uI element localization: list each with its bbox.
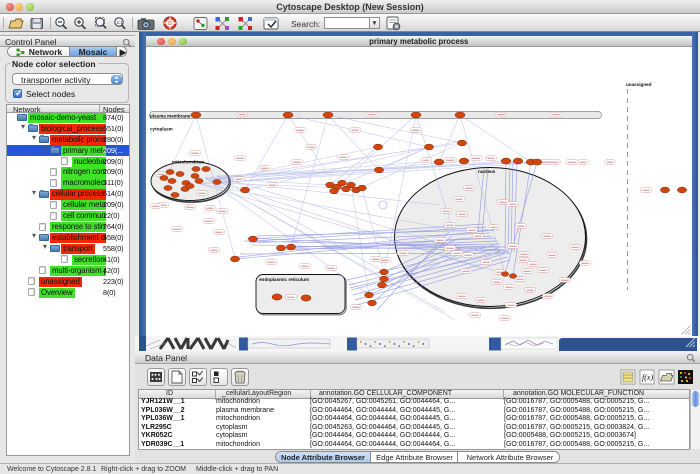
- svg-text:nucleus: nucleus: [478, 169, 496, 174]
- svg-text:cytoplasm: cytoplasm: [150, 127, 173, 132]
- svg-text:mitochondrion: mitochondrion: [172, 160, 204, 165]
- svg-text:1:1: 1:1: [117, 20, 124, 25]
- svg-text:endoplasmic reticulum: endoplasmic reticulum: [259, 277, 309, 282]
- svg-text:unassigned: unassigned: [626, 82, 652, 87]
- svg-text:plasma membrane: plasma membrane: [150, 113, 191, 118]
- svg-text:f(x): f(x): [642, 373, 653, 382]
